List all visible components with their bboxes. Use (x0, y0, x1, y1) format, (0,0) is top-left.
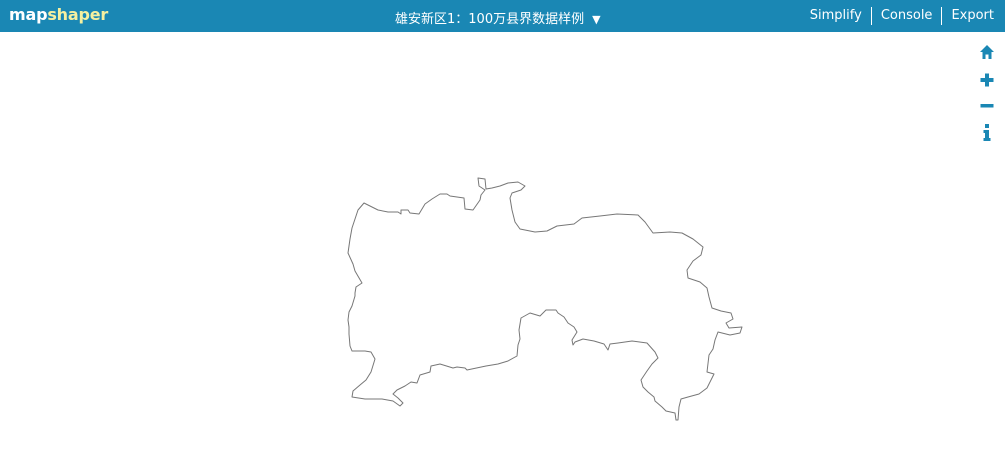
info-icon[interactable] (979, 124, 995, 142)
export-button[interactable]: Export (941, 7, 1005, 25)
zoom-out-icon[interactable] (979, 98, 995, 116)
layer-name: 雄安新区1：100万县界数据样例 (395, 12, 585, 27)
county-boundary[interactable] (347, 177, 743, 421)
top-bar: mapshaper 雄安新区1：100万县界数据样例 ▼ Simplify Con… (0, 0, 1005, 32)
mapshaper-logo: mapshaper (9, 5, 108, 24)
simplify-button[interactable]: Simplify (801, 7, 871, 25)
logo-shaper-text: shaper (47, 5, 109, 24)
home-icon[interactable] (979, 44, 995, 62)
zoom-in-icon[interactable] (979, 72, 995, 90)
dropdown-arrow-icon: ▼ (592, 13, 601, 26)
logo-map-text: map (9, 5, 48, 24)
map-canvas[interactable] (0, 32, 1005, 461)
console-button[interactable]: Console (870, 7, 942, 25)
layer-selector[interactable]: 雄安新区1：100万县界数据样例 ▼ (395, 8, 601, 27)
map-svg (347, 177, 743, 421)
main-menu: Simplify Console Export (801, 7, 1005, 25)
